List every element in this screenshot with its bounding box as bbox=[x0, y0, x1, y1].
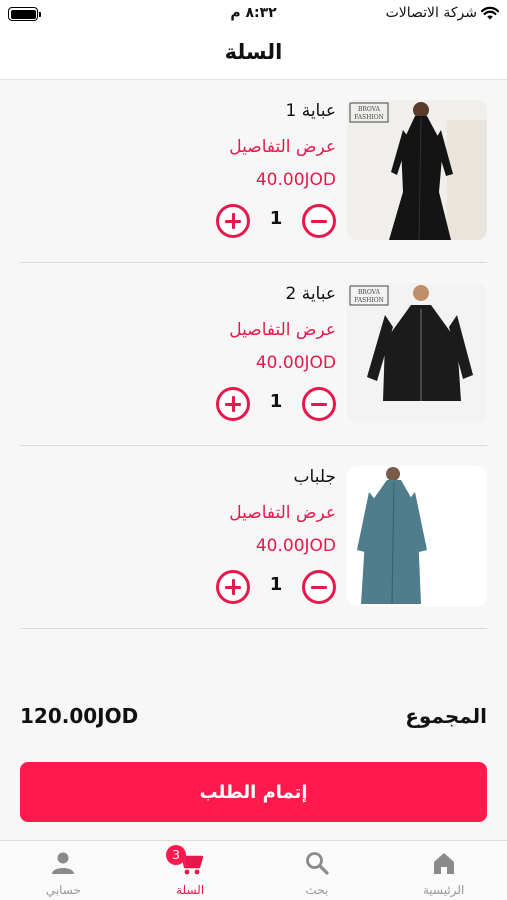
svg-text:BROVA: BROVA bbox=[358, 289, 381, 296]
tab-bar: حسابي 3 السلة بحث الرئيسية bbox=[0, 840, 507, 900]
abaya-image: BROVA FASHION bbox=[347, 100, 487, 240]
abaya-image: BROVA FASHION bbox=[347, 283, 487, 423]
decrease-quantity-button[interactable] bbox=[302, 570, 336, 604]
total-label: المجموع bbox=[405, 704, 487, 728]
cart-count-badge: 3 bbox=[166, 845, 187, 865]
quantity-value: 1 bbox=[269, 574, 283, 595]
svg-text:FASHION: FASHION bbox=[354, 297, 384, 304]
home-icon bbox=[433, 853, 454, 874]
tab-label: السلة bbox=[176, 883, 205, 897]
increase-quantity-button[interactable] bbox=[216, 387, 250, 421]
header: السلة bbox=[0, 28, 507, 80]
product-price: 40.00JOD bbox=[255, 353, 336, 373]
view-details-link[interactable]: عرض التفاصيل bbox=[229, 503, 336, 523]
cart-item: BROVA FASHION عباية 1 عرض التفاصيل 40.00… bbox=[20, 80, 487, 263]
quantity-stepper: 1 bbox=[216, 204, 336, 238]
person-icon bbox=[52, 852, 75, 874]
product-image[interactable] bbox=[347, 466, 487, 606]
page-title: السلة bbox=[224, 40, 283, 64]
checkout-button[interactable]: إتمام الطلب bbox=[20, 762, 487, 822]
product-price: 40.00JOD bbox=[255, 170, 336, 190]
carrier-info: شركة الاتصالات bbox=[386, 5, 499, 21]
tab-label: بحث bbox=[305, 883, 329, 897]
svg-text:BROVA: BROVA bbox=[358, 106, 381, 113]
jilbab-image bbox=[347, 466, 487, 606]
view-details-link[interactable]: عرض التفاصيل bbox=[229, 320, 336, 340]
quantity-stepper: 1 bbox=[216, 387, 336, 421]
product-image[interactable]: BROVA FASHION bbox=[347, 100, 487, 240]
quantity-value: 1 bbox=[269, 391, 283, 412]
product-name: جلباب bbox=[293, 467, 336, 487]
tab-label: حسابي bbox=[45, 883, 81, 897]
tab-cart[interactable]: 3 السلة bbox=[127, 841, 254, 900]
total-row: المجموع 120.00JOD bbox=[20, 700, 487, 738]
decrease-quantity-button[interactable] bbox=[302, 204, 336, 238]
view-details-link[interactable]: عرض التفاصيل bbox=[229, 137, 336, 157]
decrease-quantity-button[interactable] bbox=[302, 387, 336, 421]
status-bar: ٨:٣٢ م شركة الاتصالات bbox=[0, 0, 507, 28]
tab-search[interactable]: بحث bbox=[254, 841, 381, 900]
quantity-stepper: 1 bbox=[216, 570, 336, 604]
cart-item: جلباب عرض التفاصيل 40.00JOD 1 bbox=[20, 446, 487, 629]
search-icon bbox=[305, 852, 329, 875]
cart-item: BROVA FASHION عباية 2 عرض التفاصيل 40.00… bbox=[20, 263, 487, 446]
total-value: 120.00JOD bbox=[20, 704, 139, 728]
increase-quantity-button[interactable] bbox=[216, 570, 250, 604]
carrier-name: شركة الاتصالات bbox=[385, 5, 477, 21]
product-image[interactable]: BROVA FASHION bbox=[347, 283, 487, 423]
quantity-value: 1 bbox=[269, 208, 283, 229]
wifi-icon bbox=[481, 6, 499, 20]
svg-text:FASHION: FASHION bbox=[354, 114, 384, 121]
tab-home[interactable]: الرئيسية bbox=[380, 841, 507, 900]
product-price: 40.00JOD bbox=[255, 536, 336, 556]
increase-quantity-button[interactable] bbox=[216, 204, 250, 238]
tab-label: الرئيسية bbox=[422, 883, 465, 897]
cart-list: BROVA FASHION عباية 1 عرض التفاصيل 40.00… bbox=[20, 80, 487, 629]
tab-account[interactable]: حسابي bbox=[0, 841, 127, 900]
product-name: عباية 1 bbox=[285, 101, 336, 121]
product-name: عباية 2 bbox=[285, 284, 336, 304]
